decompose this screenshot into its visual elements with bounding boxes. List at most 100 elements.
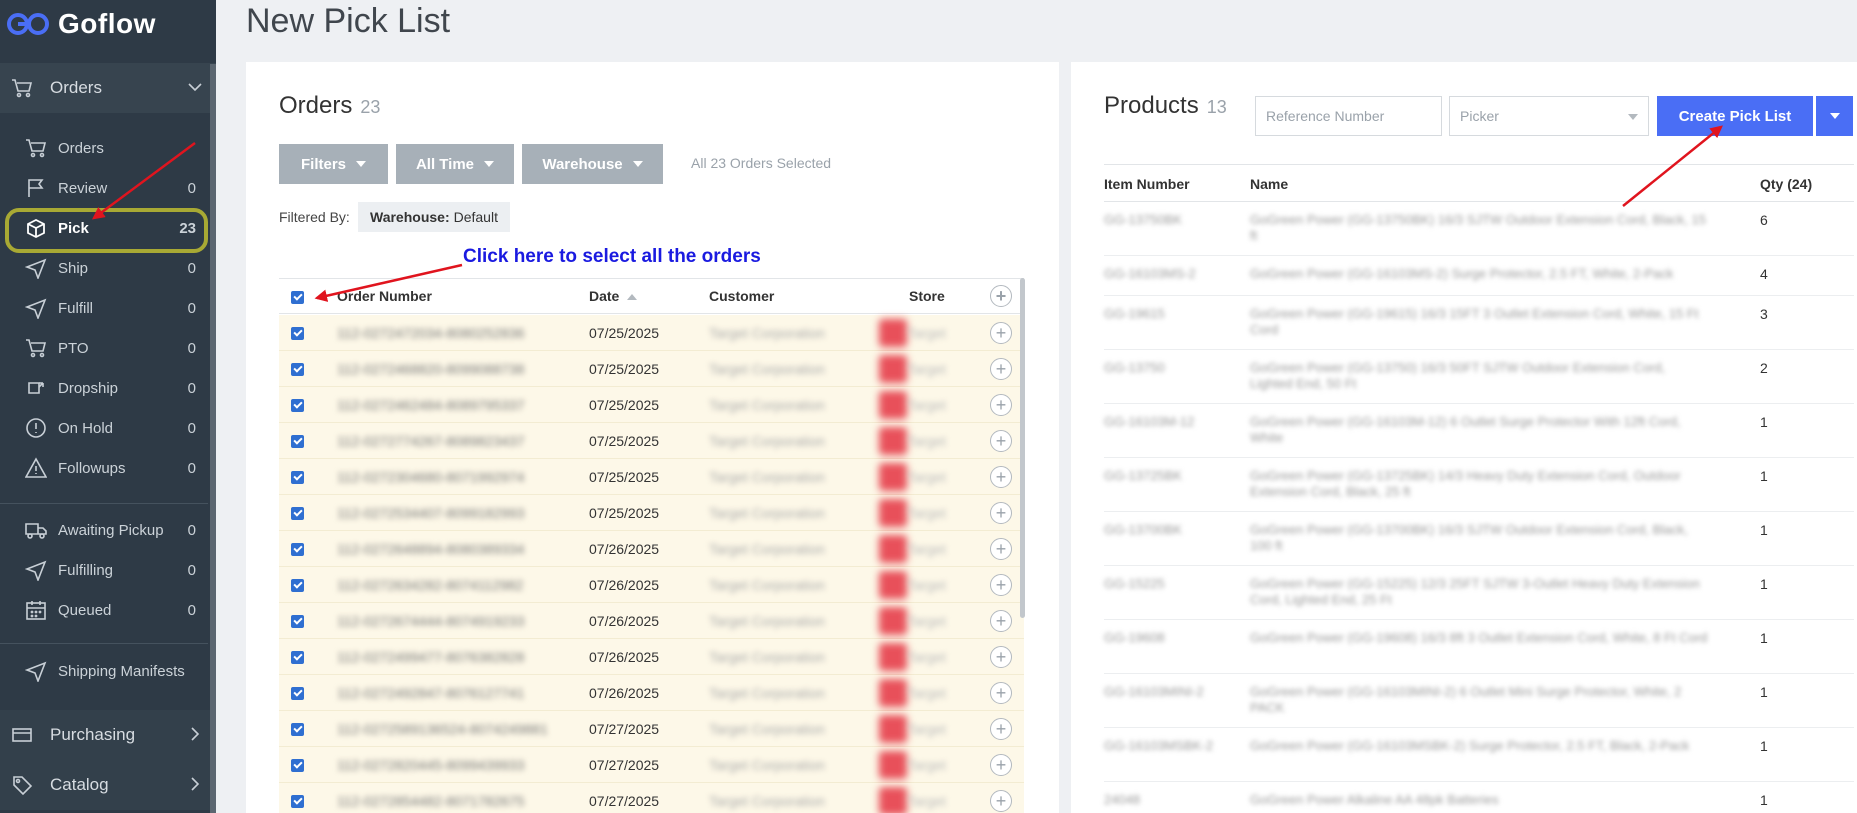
sidebar-item-followups[interactable]: Followups 0	[0, 448, 208, 488]
table-row[interactable]: 112-0272589136524-8074249881 07/27/2025 Ta…	[279, 711, 1024, 747]
table-row[interactable]: 112-0272820445-8099439933 07/27/2025 Targe…	[279, 747, 1024, 783]
table-row[interactable]: 112-0272468820-8099088738 07/25/2025 Targe…	[279, 351, 1024, 387]
order-number[interactable]: 112-0272774267-8089823437	[337, 433, 524, 449]
table-row[interactable]: 24048 GoGreen Power Alkaline AA 48pk Batt…	[1104, 782, 1854, 813]
table-row[interactable]: 112-0272472034-8080252836 07/25/2025 Targe…	[279, 315, 1024, 351]
expand-row-icon[interactable]: +	[990, 790, 1012, 812]
add-column-icon[interactable]: +	[990, 285, 1012, 307]
table-row[interactable]: GG-13750 GoGreen Power (GG-13750) 16/3 50…	[1104, 350, 1854, 404]
table-row[interactable]: 112-0272492847-8076127741 07/26/2025 Targe…	[279, 675, 1024, 711]
time-filter-button[interactable]: All Time	[396, 144, 514, 184]
row-checkbox[interactable]	[291, 795, 304, 808]
table-row[interactable]: 112-0272462484-8089795337 07/25/2025 Targe…	[279, 387, 1024, 423]
orders-section-header[interactable]: Orders	[0, 63, 216, 113]
expand-row-icon[interactable]: +	[990, 502, 1012, 524]
order-number[interactable]: 112-0272492847-8076127741	[337, 685, 524, 701]
row-checkbox[interactable]	[291, 471, 304, 484]
table-row[interactable]: 112-0272634282-8074112982 07/26/2025 Targe…	[279, 567, 1024, 603]
row-checkbox[interactable]	[291, 507, 304, 520]
order-number[interactable]: 112-0272674444-8074919233	[337, 613, 524, 629]
row-checkbox[interactable]	[291, 579, 304, 592]
table-row[interactable]: GG-19615 GoGreen Power (GG-19615) 16/3 15…	[1104, 296, 1854, 350]
sidebar-item-ship[interactable]: Ship 0	[0, 248, 208, 288]
expand-row-icon[interactable]: +	[990, 394, 1012, 416]
order-number[interactable]: 112-0272820445-8099439933	[337, 757, 524, 773]
logo[interactable]: Goflow	[6, 6, 156, 42]
sidebar-item-awaiting-pickup[interactable]: Awaiting Pickup 0	[0, 510, 208, 550]
table-row[interactable]: GG-15225 GoGreen Power (GG-15225) 12/3 25…	[1104, 566, 1854, 620]
row-checkbox[interactable]	[291, 759, 304, 772]
column-qty[interactable]: Qty (24)	[1760, 176, 1812, 192]
table-row[interactable]: 112-0272774267-8089823437 07/25/2025 Targe…	[279, 423, 1024, 459]
row-checkbox[interactable]	[291, 327, 304, 340]
expand-row-icon[interactable]: +	[990, 538, 1012, 560]
sidebar-item-fulfill[interactable]: Fulfill 0	[0, 288, 208, 328]
table-row[interactable]: GG-16103MINI-2 GoGreen Power (GG-16103MIN…	[1104, 674, 1854, 728]
expand-row-icon[interactable]: +	[990, 358, 1012, 380]
row-checkbox[interactable]	[291, 363, 304, 376]
warehouse-filter-button[interactable]: Warehouse	[522, 144, 663, 184]
expand-row-icon[interactable]: +	[990, 682, 1012, 704]
order-number[interactable]: 112-0272854482-8071782675	[337, 793, 524, 809]
purchasing-section-header[interactable]: Purchasing	[0, 710, 216, 760]
create-pick-list-dropdown[interactable]	[1816, 96, 1853, 136]
column-item-number[interactable]: Item Number	[1104, 176, 1190, 192]
create-pick-list-button[interactable]: Create Pick List	[1657, 96, 1813, 136]
expand-row-icon[interactable]: +	[990, 574, 1012, 596]
expand-row-icon[interactable]: +	[990, 466, 1012, 488]
row-checkbox[interactable]	[291, 543, 304, 556]
expand-row-icon[interactable]: +	[990, 322, 1012, 344]
expand-row-icon[interactable]: +	[990, 754, 1012, 776]
order-number[interactable]: 112-0272648894-8080389334	[337, 541, 524, 557]
sidebar-item-shipping-manifests[interactable]: Shipping Manifests	[0, 651, 208, 691]
row-checkbox[interactable]	[291, 399, 304, 412]
table-row[interactable]: GG-13700BK GoGreen Power (GG-13700BK) 16/…	[1104, 512, 1854, 566]
column-name[interactable]: Name	[1250, 176, 1288, 192]
order-number[interactable]: 112-0272534407-8099182993	[337, 505, 524, 521]
sidebar-item-queued[interactable]: Queued 0	[0, 590, 208, 630]
row-checkbox[interactable]	[291, 651, 304, 664]
column-customer[interactable]: Customer	[709, 288, 774, 304]
row-checkbox[interactable]	[291, 723, 304, 736]
order-number[interactable]: 112-0272499477-8076382828	[337, 649, 524, 665]
filters-button[interactable]: Filters	[279, 144, 388, 184]
order-number[interactable]: 112-0272589136524-8074249881	[337, 721, 548, 737]
row-checkbox[interactable]	[291, 435, 304, 448]
sidebar-item-orders[interactable]: Orders	[0, 128, 208, 168]
warehouse-filter-tag[interactable]: Warehouse: Default	[358, 202, 510, 232]
column-store[interactable]: Store	[909, 288, 945, 304]
catalog-section-header[interactable]: Catalog	[0, 760, 216, 810]
sidebar-item-dropship[interactable]: Dropship 0	[0, 368, 208, 408]
row-checkbox[interactable]	[291, 687, 304, 700]
sidebar-item-pto[interactable]: PTO 0	[0, 328, 208, 368]
sidebar-item-fulfilling[interactable]: Fulfilling 0	[0, 550, 208, 590]
picker-select[interactable]: Picker	[1449, 96, 1649, 136]
sidebar-item-review[interactable]: Review 0	[0, 168, 208, 208]
table-row[interactable]: GG-16103MSBK-2 GoGreen Power (GG-16103MSB…	[1104, 728, 1854, 782]
expand-row-icon[interactable]: +	[990, 430, 1012, 452]
select-all-checkbox[interactable]	[291, 291, 304, 304]
column-order-number[interactable]: Order Number	[337, 288, 432, 304]
order-number[interactable]: 112-0272462484-8089795337	[337, 397, 524, 413]
table-row[interactable]: GG-16103M-12 GoGreen Power (GG-16103M-12)…	[1104, 404, 1854, 458]
order-number[interactable]: 112-0272468820-8099088738	[337, 361, 524, 377]
column-date[interactable]: Date	[589, 288, 638, 304]
order-number[interactable]: 112-0272472034-8080252836	[337, 325, 524, 341]
table-row[interactable]: 112-0272648894-8080389334 07/26/2025 Targe…	[279, 531, 1024, 567]
table-row[interactable]: GG-13725BK GoGreen Power (GG-13725BK) 14/…	[1104, 458, 1854, 512]
order-number[interactable]: 112-0272304680-8071992974	[337, 469, 524, 485]
table-row[interactable]: 112-0272304680-8071992974 07/25/2025 Targe…	[279, 459, 1024, 495]
sidebar-item-on-hold[interactable]: On Hold 0	[0, 408, 208, 448]
table-row[interactable]: 112-0272534407-8099182993 07/25/2025 Targe…	[279, 495, 1024, 531]
table-row[interactable]: GG-13750BK GoGreen Power (GG-13750BK) 16/…	[1104, 202, 1854, 256]
table-row[interactable]: GG-19608 GoGreen Power (GG-19608) 16/3 8f…	[1104, 620, 1854, 674]
row-checkbox[interactable]	[291, 615, 304, 628]
table-row[interactable]: 112-0272854482-8071782675 07/27/2025 Targe…	[279, 783, 1024, 813]
table-row[interactable]: 112-0272499477-8076382828 07/26/2025 Targe…	[279, 639, 1024, 675]
orders-scrollbar[interactable]	[1020, 278, 1025, 618]
expand-row-icon[interactable]: +	[990, 718, 1012, 740]
table-row[interactable]: GG-16103MS-2 GoGreen Power (GG-16103MS-2)…	[1104, 256, 1854, 296]
sidebar-scrollbar[interactable]	[210, 64, 216, 813]
expand-row-icon[interactable]: +	[990, 646, 1012, 668]
reference-number-input[interactable]: Reference Number	[1255, 96, 1442, 136]
